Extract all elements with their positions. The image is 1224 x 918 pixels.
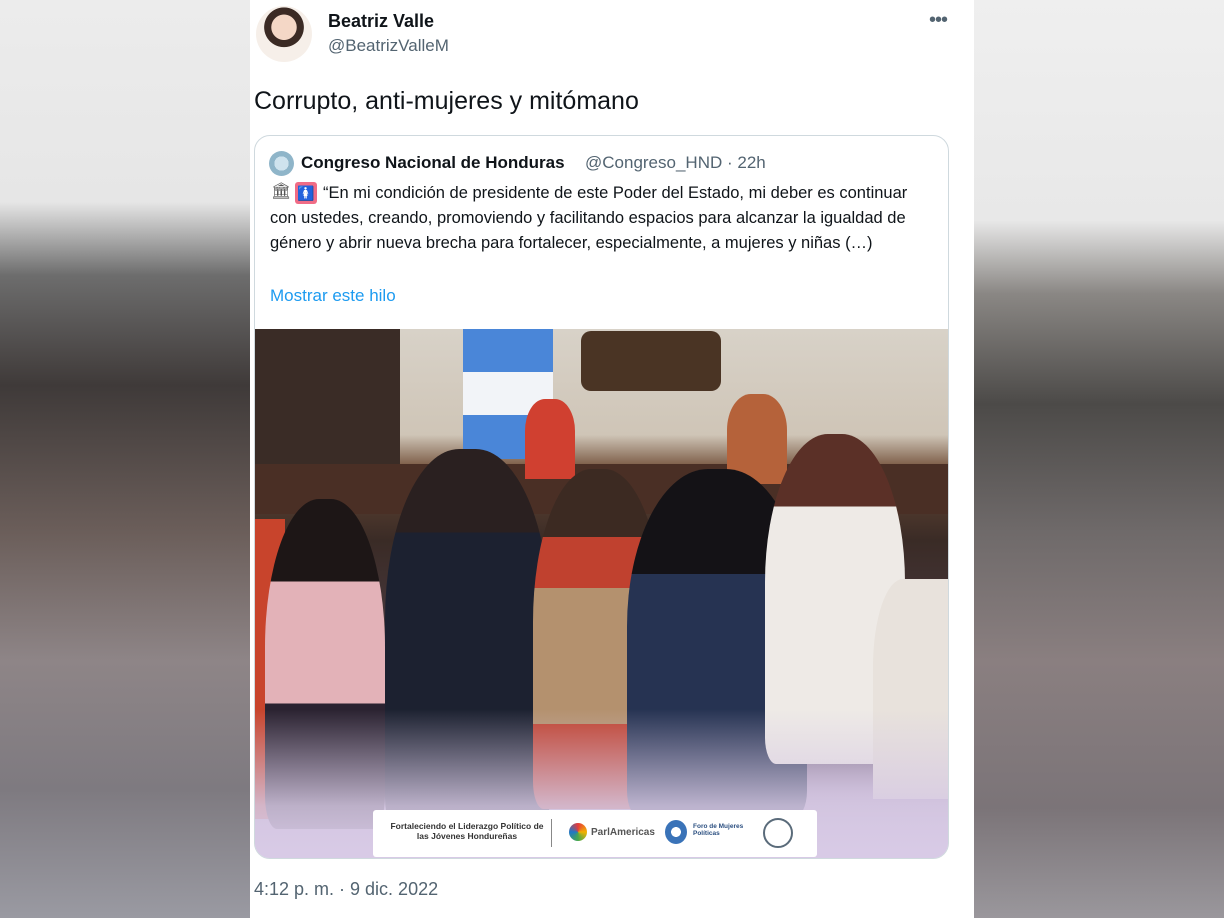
tweet-timestamp[interactable]: 4:12 p. m. · 9 dic. 2022 bbox=[254, 879, 438, 900]
tweet-text: Corrupto, anti-mujeres y mitómano bbox=[254, 87, 639, 115]
quoted-author-handle[interactable]: @Congreso_HND · 22h bbox=[585, 153, 766, 173]
parlamericas-logo-icon bbox=[569, 823, 587, 841]
more-options-icon[interactable]: ••• bbox=[926, 8, 950, 32]
quoted-tweet-photo[interactable]: Fortaleciendo el Liderazgo Político de l… bbox=[255, 329, 948, 858]
parlamericas-label: ParlAmericas bbox=[591, 827, 655, 838]
author-name[interactable]: Beatriz Valle bbox=[328, 11, 434, 32]
show-thread-link[interactable]: Mostrar este hilo bbox=[270, 286, 396, 306]
photo-person bbox=[525, 399, 575, 479]
banner-text: Fortaleciendo el Liderazgo Político de l… bbox=[390, 821, 544, 841]
background-left-panel bbox=[0, 0, 250, 918]
quoted-tweet[interactable]: Congreso Nacional de Honduras @Congreso_… bbox=[254, 135, 949, 859]
quoted-tweet-text: “En mi condición de presidente de este P… bbox=[270, 184, 908, 252]
author-avatar[interactable] bbox=[256, 6, 312, 62]
photo-left-panel bbox=[255, 329, 400, 479]
congreso-seal-icon bbox=[763, 818, 793, 848]
author-handle[interactable]: @BeatrizValleM bbox=[328, 36, 449, 56]
quoted-author-avatar[interactable] bbox=[269, 151, 294, 176]
background-right-panel bbox=[974, 0, 1224, 918]
foro-mujeres-logo-icon bbox=[665, 820, 687, 844]
photo-crest bbox=[581, 331, 721, 391]
quoted-author-name[interactable]: Congreso Nacional de Honduras bbox=[301, 153, 565, 173]
foro-mujeres-label: Foro de Mujeres Políticas bbox=[693, 823, 744, 837]
photo-logo-banner: Fortaleciendo el Liderazgo Político de l… bbox=[373, 810, 817, 857]
banner-divider bbox=[551, 819, 552, 847]
